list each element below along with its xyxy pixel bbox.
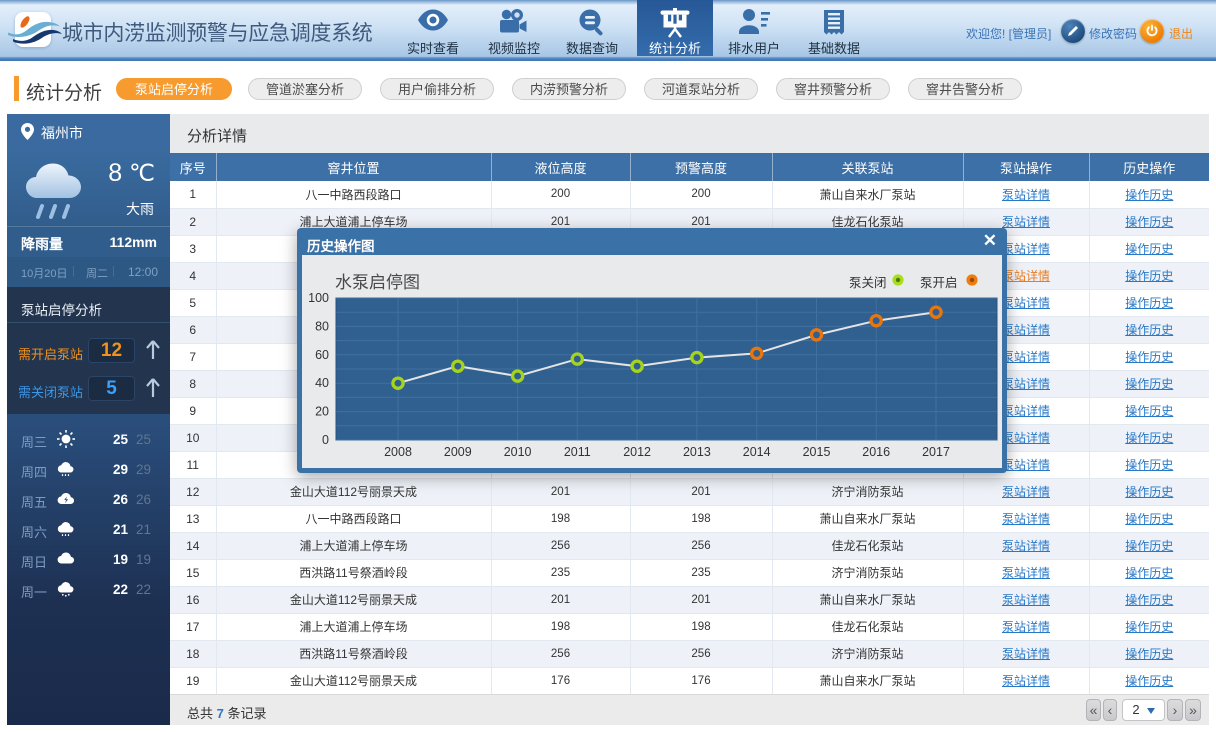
svg-text:2015: 2015	[803, 445, 831, 459]
svg-text:20: 20	[315, 405, 329, 419]
svg-text:60: 60	[315, 348, 329, 362]
svg-text:2013: 2013	[683, 445, 711, 459]
svg-text:40: 40	[315, 376, 329, 390]
svg-text:2011: 2011	[564, 445, 591, 459]
svg-text:2016: 2016	[862, 445, 890, 459]
svg-text:2010: 2010	[504, 445, 532, 459]
svg-text:2014: 2014	[743, 445, 771, 459]
svg-text:2009: 2009	[444, 445, 472, 459]
svg-text:100: 100	[308, 291, 329, 305]
svg-text:2012: 2012	[623, 445, 651, 459]
svg-text:2017: 2017	[922, 445, 950, 459]
svg-text:0: 0	[322, 433, 329, 447]
svg-text:2008: 2008	[384, 445, 412, 459]
svg-text:80: 80	[315, 319, 329, 333]
